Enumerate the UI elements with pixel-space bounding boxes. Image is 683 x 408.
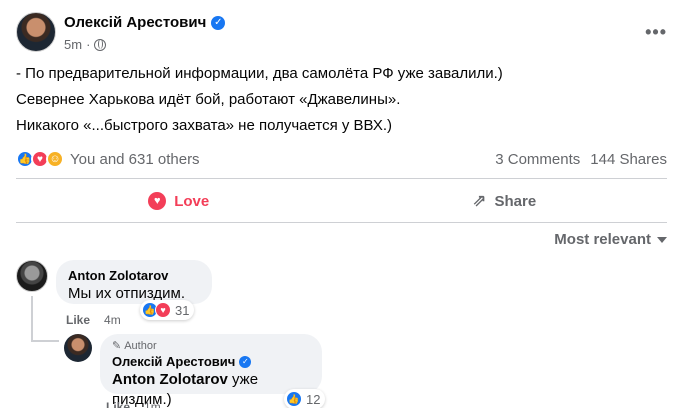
reply-mention[interactable]: Anton Zolotarov: [112, 371, 228, 388]
love-reaction-icon: ♥: [155, 302, 171, 318]
comment-time[interactable]: 4m: [104, 313, 121, 327]
reply-like-link[interactable]: Like: [106, 400, 130, 408]
love-icon: ♥: [148, 192, 167, 210]
divider: [16, 178, 667, 179]
reply-bubble: ✎ Author Олексій Арестович ✓ Anton Zolot…: [100, 334, 322, 408]
shares-count[interactable]: 144 Shares: [590, 151, 667, 168]
share-icon: ⇗: [472, 191, 487, 210]
reactions-text[interactable]: You and 631 others: [70, 151, 200, 168]
author-row: Олексій Арестович ✓: [64, 14, 226, 31]
author-name[interactable]: Олексій Арестович: [64, 14, 206, 31]
reply-author-name[interactable]: Олексій Арестович: [112, 354, 235, 370]
comment-like-link[interactable]: Like: [66, 313, 90, 327]
post-line: Севернее Харькова идёт бой, работают «Дж…: [16, 91, 401, 108]
separator-dot: ·: [86, 37, 91, 52]
post-text: - По предварительной информации, два сам…: [16, 64, 667, 142]
sort-label: Most relevant: [554, 231, 651, 248]
reply-reactions[interactable]: 👍 12: [284, 389, 326, 408]
reply-name-row: Олексій Арестович ✓: [112, 354, 310, 370]
comment-sort-dropdown[interactable]: Most relevant: [554, 231, 667, 248]
post-line: - По предварительной информации, два сам…: [16, 65, 503, 82]
verified-icon: ✓: [239, 356, 252, 368]
post-line: Никакого «...быстрого захвата» не получа…: [16, 117, 393, 134]
comment-actions: Like 4m: [66, 313, 121, 327]
more-options-button[interactable]: •••: [645, 22, 667, 43]
reply-author-avatar[interactable]: [64, 334, 92, 362]
reaction-count: 31: [175, 302, 190, 318]
reaction-count: 12: [306, 391, 321, 407]
reply-comment: ✎ Author Олексій Арестович ✓ Anton Zolot…: [64, 334, 667, 408]
post-meta: 5m ·: [64, 37, 107, 52]
comment: Anton Zolotarov Мы их отпиздим. 👍 ♥ 31 L…: [16, 260, 667, 330]
commenter-avatar[interactable]: [16, 260, 48, 292]
pen-icon: ✎: [112, 340, 122, 352]
share-label: Share: [494, 192, 537, 210]
commenter-name[interactable]: Anton Zolotarov: [68, 268, 200, 284]
reactions-summary: 👍 ♥ ☺ You and 631 others 3 Comments 144 …: [16, 148, 667, 170]
thread-line: [31, 296, 33, 342]
like-reaction-icon: 👍: [286, 391, 302, 407]
share-button[interactable]: ⇗ Share: [342, 182, 668, 220]
globe-icon: [94, 38, 107, 51]
comments-count[interactable]: 3 Comments: [495, 151, 580, 168]
thread-line: [31, 340, 59, 342]
reply-time[interactable]: 1m: [144, 400, 161, 408]
action-row: ♥ Love ⇗ Share: [16, 182, 667, 220]
author-avatar[interactable]: [16, 12, 56, 52]
author-tag-label: Author: [124, 340, 157, 352]
love-button[interactable]: ♥ Love: [16, 182, 342, 220]
post-time[interactable]: 5m: [64, 37, 82, 52]
post-header: Олексій Арестович ✓ 5m · •••: [16, 12, 667, 56]
author-tag: ✎ Author: [112, 340, 310, 353]
reaction-icons[interactable]: 👍 ♥ ☺: [16, 150, 64, 168]
comment-reactions[interactable]: 👍 ♥ 31: [140, 300, 195, 320]
comment-bubble: Anton Zolotarov Мы их отпиздим.: [56, 260, 212, 304]
care-reaction-icon: ☺: [46, 150, 64, 168]
reply-actions: Like 1m: [106, 400, 161, 408]
chevron-down-icon: [657, 236, 667, 243]
verified-icon: ✓: [211, 15, 226, 30]
divider: [16, 222, 667, 223]
post-stats: 3 Comments 144 Shares: [495, 151, 667, 168]
love-label: Love: [174, 192, 210, 210]
